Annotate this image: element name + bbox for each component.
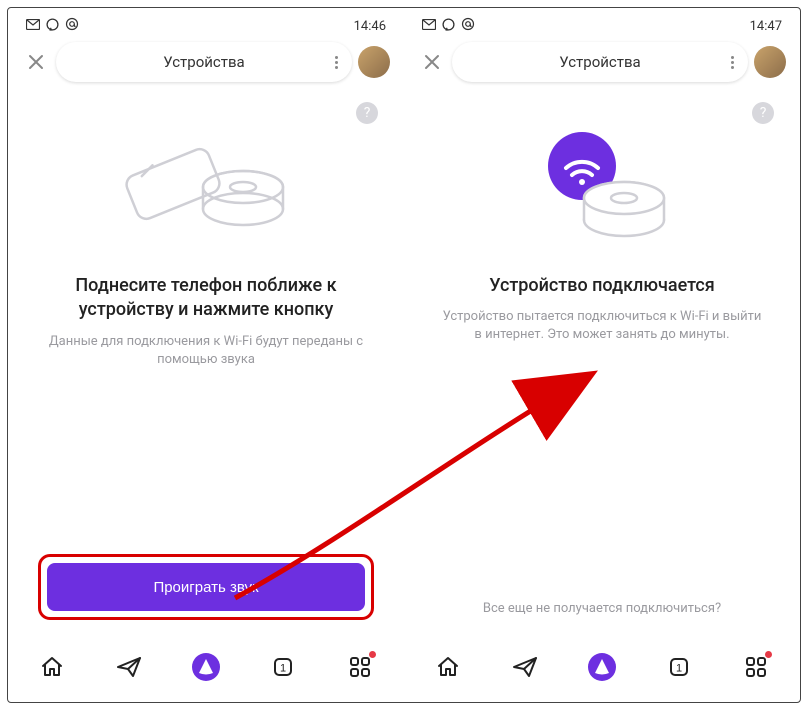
more-icon[interactable] [335,56,338,69]
svg-text:1: 1 [280,663,286,675]
nav-apps[interactable] [736,647,776,687]
notification-dot [765,651,772,658]
at-icon [461,17,475,35]
nav-home[interactable] [428,647,468,687]
title-pill[interactable]: Устройства [56,42,352,82]
wifi-speaker-illustration [507,118,697,258]
status-bar: 14:47 [410,14,794,38]
mail-icon [26,19,40,34]
more-icon[interactable] [731,56,734,69]
mail-icon [422,19,436,34]
notification-dot [369,651,376,658]
bottom-nav: 1 [410,640,794,694]
clock-text: 14:46 [354,19,386,34]
avatar[interactable] [358,46,390,78]
title-text: Устройства [559,53,640,71]
top-bar: Устройства [410,38,794,86]
phone-screen-right: 14:47 Устройства ? [410,14,794,694]
title-text: Устройства [163,53,244,71]
content-area: ? Поднесите телефон поближе к устр [14,86,398,640]
whatsapp-icon [442,18,455,35]
nav-tabs[interactable]: 1 [263,647,303,687]
status-bar: 14:46 [14,14,398,38]
at-icon [65,17,79,35]
play-sound-button[interactable]: Проиграть звук [47,563,365,611]
nav-send[interactable] [505,647,545,687]
close-button[interactable] [418,48,446,76]
troubleshoot-link[interactable]: Все еще не получается подключиться? [483,601,721,616]
subtext: Устройство пытается подключиться к Wi-Fi… [442,308,762,344]
svg-text:1: 1 [676,663,682,675]
image-frame: 14:46 Устройства ? [7,7,801,703]
nav-alice[interactable] [582,647,622,687]
title-pill[interactable]: Устройства [452,42,748,82]
nav-alice[interactable] [186,647,226,687]
nav-home[interactable] [32,647,72,687]
content-area: ? Устройство п [410,86,794,640]
nav-tabs[interactable]: 1 [659,647,699,687]
clock-text: 14:47 [750,19,782,34]
phone-screen-left: 14:46 Устройства ? [14,14,398,694]
heading-text: Поднесите телефон поближе к устройству и… [38,274,374,323]
subtext: Данные для подключения к Wi-Fi будут пер… [46,333,366,369]
whatsapp-icon [46,18,59,35]
top-bar: Устройства [14,38,398,86]
bottom-nav: 1 [14,640,398,694]
avatar[interactable] [754,46,786,78]
close-button[interactable] [22,48,50,76]
nav-send[interactable] [109,647,149,687]
help-icon[interactable]: ? [752,102,774,124]
nav-apps[interactable] [340,647,380,687]
heading-text: Устройство подключается [489,274,715,298]
phone-speaker-illustration [111,118,301,258]
annotation-highlight: Проиграть звук [38,554,374,620]
help-icon[interactable]: ? [356,102,378,124]
